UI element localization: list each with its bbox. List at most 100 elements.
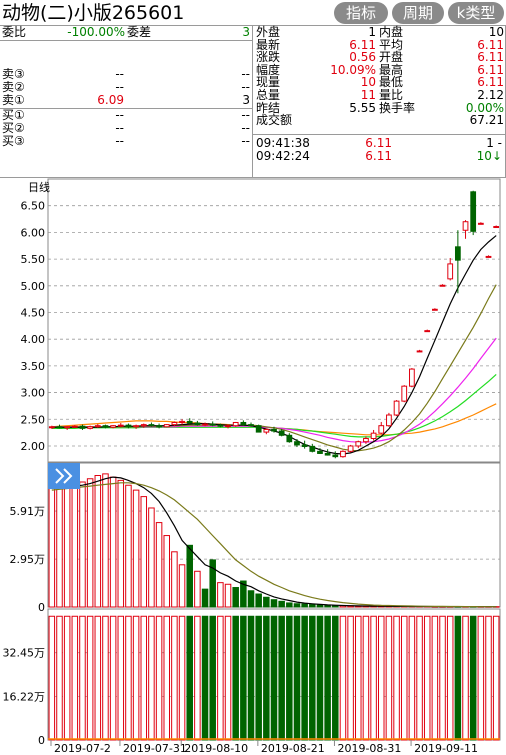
candle xyxy=(186,420,193,424)
candle xyxy=(309,446,316,452)
amount-bar xyxy=(462,615,469,741)
amount-bar xyxy=(63,615,71,741)
candle xyxy=(117,424,124,427)
candle xyxy=(462,221,469,231)
date-label: 2019-07-2 xyxy=(54,742,111,755)
amount-bar xyxy=(224,615,232,741)
amount-bar xyxy=(393,615,400,741)
candle xyxy=(64,426,71,429)
buy3-label: 买③ xyxy=(2,134,25,148)
buy3-price: -- xyxy=(115,134,124,148)
volume-bar xyxy=(324,604,331,608)
volume-bar xyxy=(155,522,163,608)
buy2-label: 买② xyxy=(2,121,25,135)
amount-bar xyxy=(201,615,209,741)
volume-bar xyxy=(86,478,94,608)
candle xyxy=(225,425,231,428)
period-button[interactable]: 周期 xyxy=(392,2,444,24)
amount-bar xyxy=(446,615,454,741)
candle xyxy=(248,424,254,427)
kline-type-button[interactable]: k类型 xyxy=(448,2,504,24)
candle xyxy=(332,454,339,458)
kline-charts[interactable]: 日线 6.50 6.00 5.50 5.00 4.50 4.00 3.50 3.00 2.50 2.… xyxy=(0,177,506,755)
y-tick-label: 6.00 xyxy=(21,226,46,239)
stat-label: 内盘 xyxy=(379,25,404,39)
amount-bar xyxy=(278,615,285,741)
volume-bar xyxy=(148,507,155,608)
candle xyxy=(110,425,116,428)
weibi-label: 委比 xyxy=(2,25,27,39)
volume-bar xyxy=(255,593,262,608)
buy1-price: -- xyxy=(115,108,124,122)
volume-bar xyxy=(247,590,255,608)
candle xyxy=(171,421,178,426)
volume-bar xyxy=(293,603,301,608)
amount-bar xyxy=(48,615,56,741)
tick-time: 09:41:38 xyxy=(256,136,310,150)
candle xyxy=(94,425,101,428)
amount-bar xyxy=(469,615,477,741)
volume-bar xyxy=(48,487,56,608)
y-tick-label: 4.50 xyxy=(21,306,46,319)
volume-bar xyxy=(232,587,239,608)
amount-bar xyxy=(186,615,193,741)
candle xyxy=(71,425,78,428)
volume-bar xyxy=(186,544,193,608)
sell3-label: 卖③ xyxy=(2,67,25,81)
amount-bar xyxy=(240,615,247,741)
candle xyxy=(340,450,346,458)
page-title: 动物(二)小版265601 xyxy=(2,2,185,24)
amount-bar xyxy=(209,615,216,741)
volume-bar xyxy=(56,486,63,608)
amount-bar xyxy=(86,615,94,741)
amount-bar xyxy=(117,615,125,741)
buy2-volume: -- xyxy=(241,121,250,135)
expand-arrow-icon[interactable] xyxy=(48,463,80,489)
candle xyxy=(133,425,139,428)
volume-bar xyxy=(63,484,71,608)
sell1-label: 卖① xyxy=(2,93,25,107)
candle xyxy=(232,421,239,427)
amount-bar xyxy=(423,615,431,741)
candle xyxy=(286,434,293,443)
weibi-value: -100.00% xyxy=(67,25,125,39)
weicha-label: 委差 xyxy=(127,25,152,39)
date-label: 2019-08-10 xyxy=(184,742,248,755)
amount-bar xyxy=(148,615,155,741)
weibi-divider xyxy=(0,40,252,41)
y-tick-label: 0 xyxy=(38,601,45,614)
candle xyxy=(324,452,331,456)
amount-bar xyxy=(347,615,354,741)
volume-bar xyxy=(309,604,316,608)
amount-bar xyxy=(454,615,462,741)
amount-bar xyxy=(377,615,385,741)
amount-bar xyxy=(492,615,500,741)
candle xyxy=(194,422,201,426)
candle xyxy=(301,444,308,448)
candle xyxy=(378,425,385,434)
volume-bar xyxy=(140,496,148,608)
candle xyxy=(255,425,262,433)
amount-bar xyxy=(370,615,377,741)
candle xyxy=(278,430,285,436)
amount-bar xyxy=(362,615,370,741)
amount-bar xyxy=(163,615,171,741)
candle xyxy=(148,424,155,427)
date-label: 2019-08-31 xyxy=(337,742,401,755)
amount-bar xyxy=(400,615,408,741)
y-tick-label: 2.50 xyxy=(21,413,46,426)
volume-bar xyxy=(286,602,293,608)
amount-bar xyxy=(324,615,331,741)
amount-bar xyxy=(293,615,301,741)
weicha-value: 3 xyxy=(242,25,250,39)
amount-bar xyxy=(79,615,86,741)
volume-bar xyxy=(217,582,224,608)
amount-bar xyxy=(94,615,102,741)
candle xyxy=(202,423,208,426)
candle xyxy=(386,414,392,427)
volume-bar xyxy=(171,551,178,608)
y-tick-label: 2.95万 xyxy=(10,553,46,566)
volume-bar xyxy=(270,599,278,608)
stat-label: 量比 xyxy=(379,88,404,102)
indicator-button[interactable]: 指标 xyxy=(334,2,388,24)
